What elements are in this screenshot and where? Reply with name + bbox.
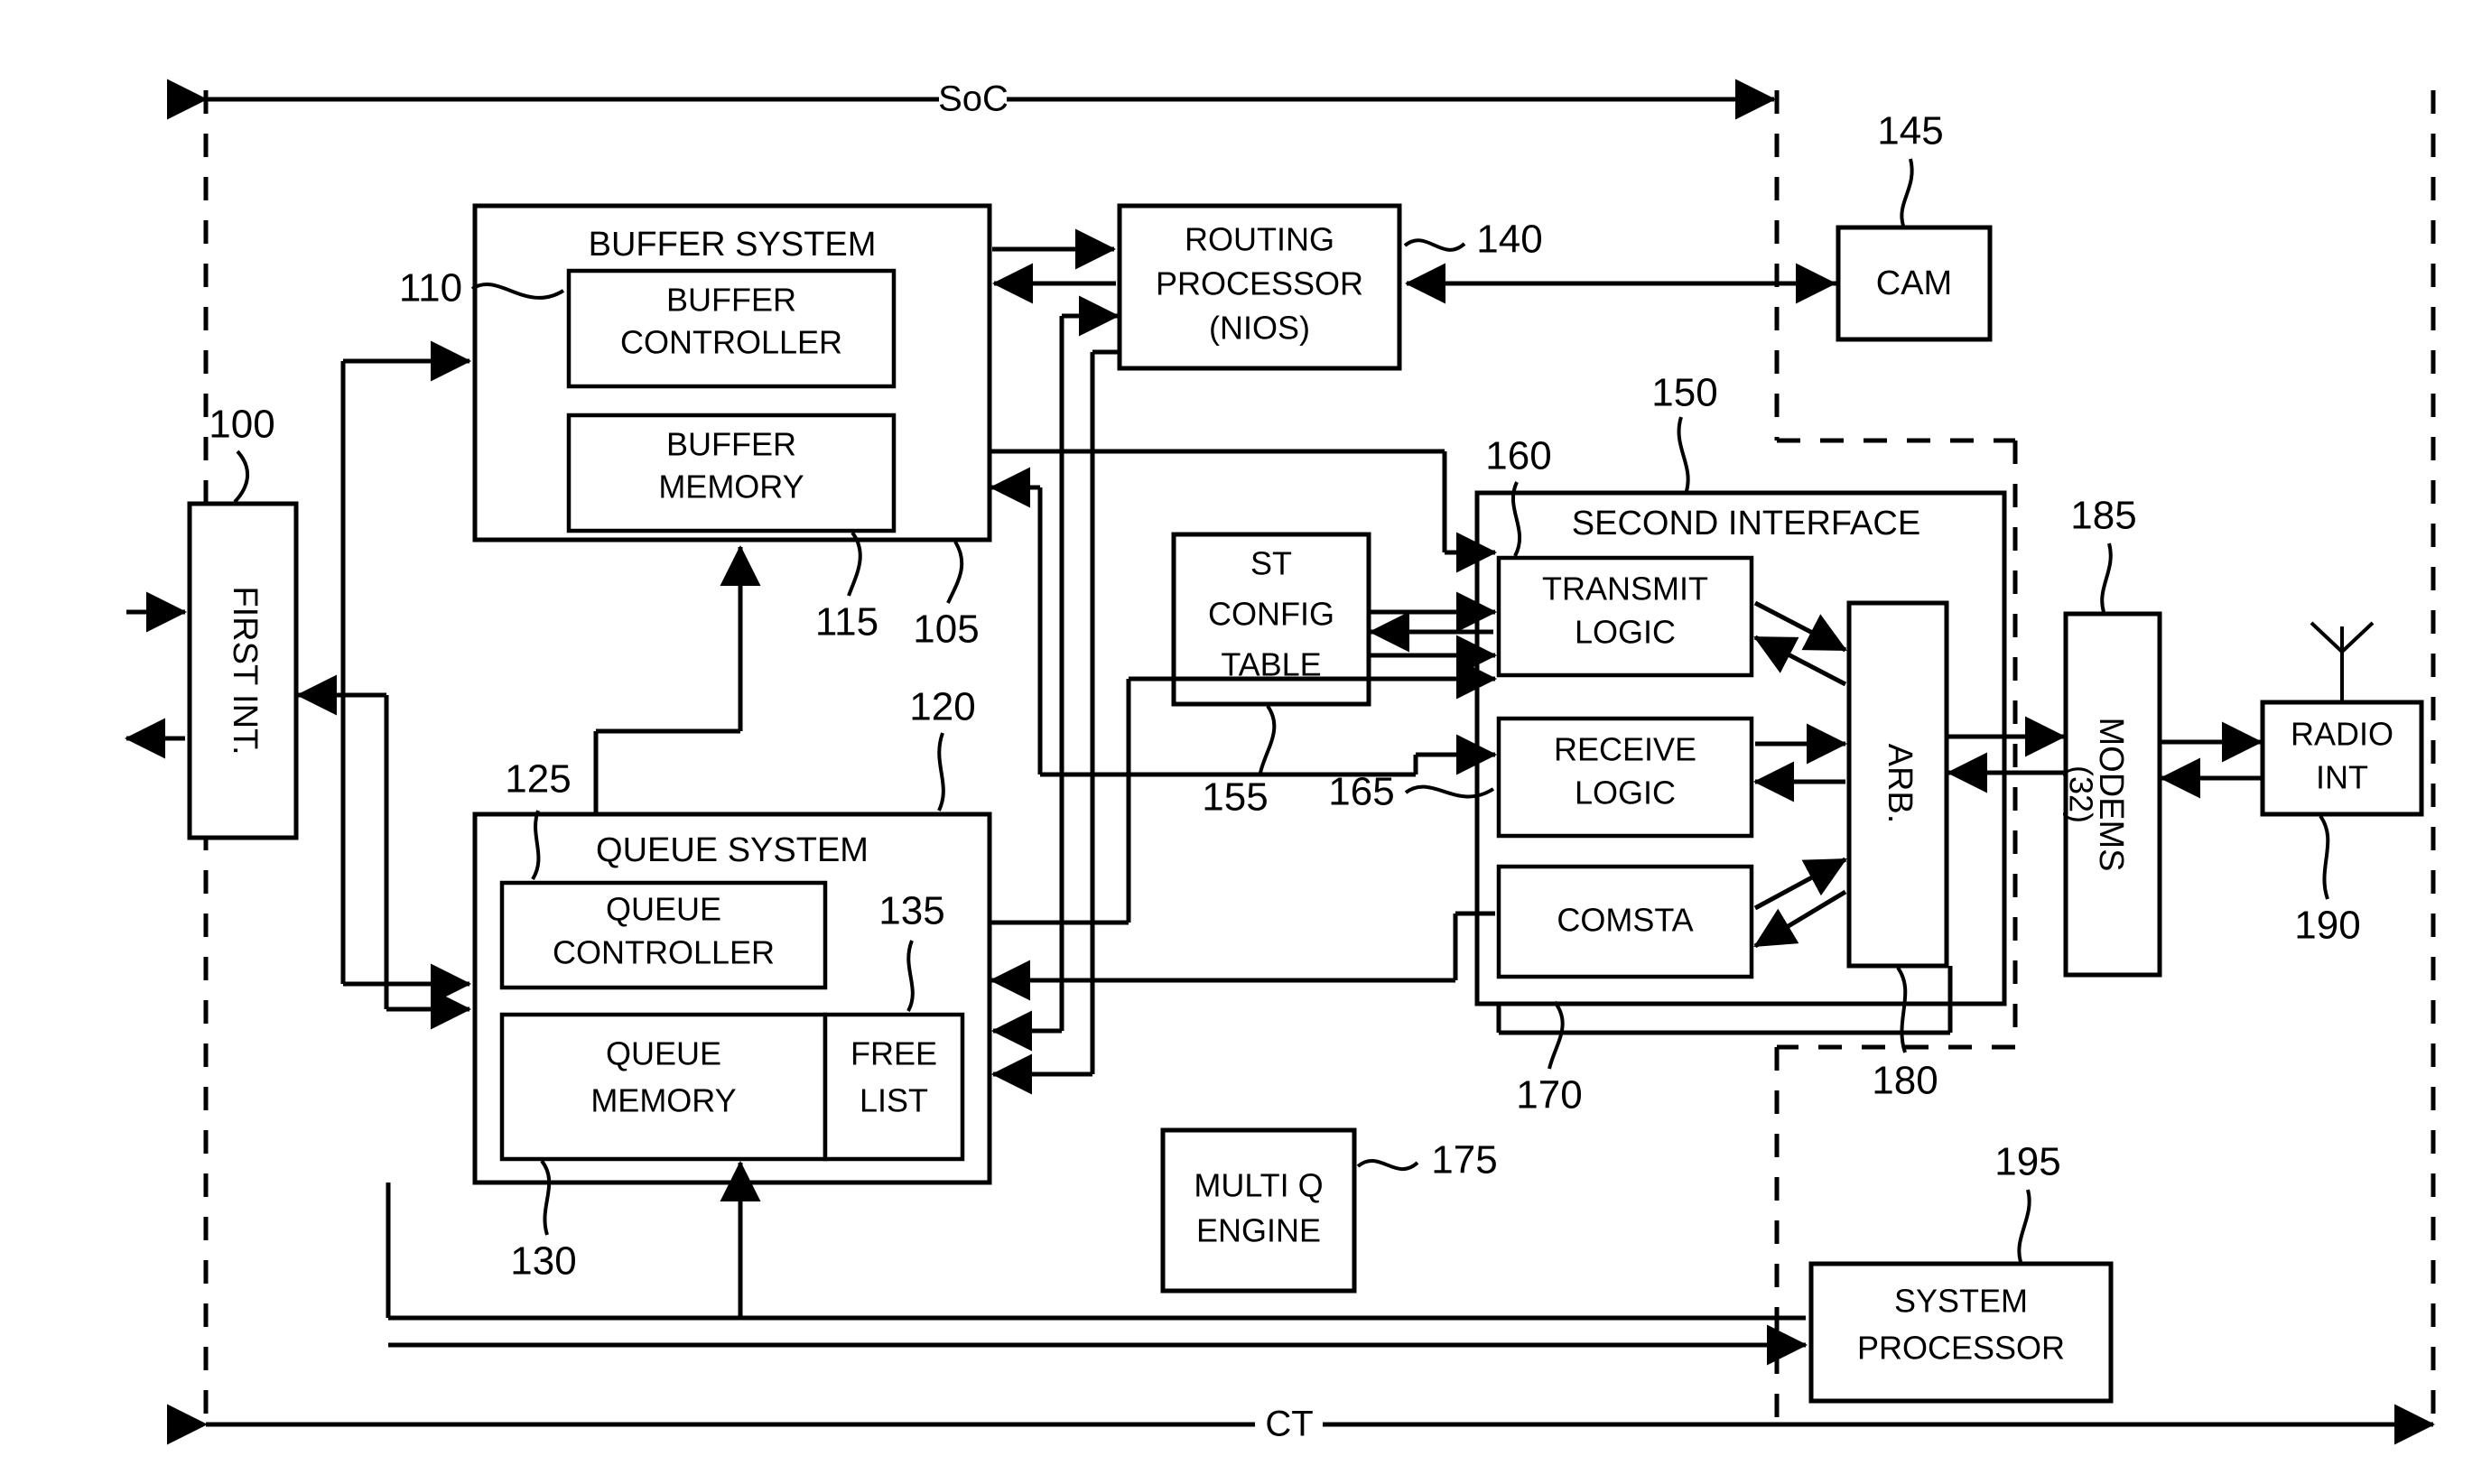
- ct-span-label: CT: [1265, 1405, 1313, 1444]
- buffer-system-label: BUFFER SYSTEM: [589, 226, 877, 264]
- diagram-canvas: SoC CT FIRST INT. 100 BUFFER SYSTEM 105 …: [125, 79, 2436, 1445]
- second-interface-label: SECOND INTERFACE: [1572, 505, 1920, 543]
- arbiter-label: ARB.: [1881, 744, 1919, 824]
- buffer-memory-label-line2: MEMORY: [658, 468, 804, 505]
- receive-logic-label-line1: RECEIVE: [1554, 731, 1696, 768]
- queue-memory-label-line2: MEMORY: [590, 1082, 736, 1119]
- ref-160-text: 160: [1485, 434, 1551, 478]
- free-list-label-line2: LIST: [860, 1082, 928, 1119]
- ref-120: 120: [909, 685, 976, 812]
- ref-170-text: 170: [1516, 1073, 1582, 1118]
- ref-105: 105: [913, 540, 980, 652]
- ref-155: 155: [1202, 704, 1277, 820]
- ref-115-text: 115: [815, 600, 878, 645]
- ref-180-text: 180: [1872, 1059, 1938, 1103]
- block-system-processor[interactable]: SYSTEM PROCESSOR: [1808, 1261, 2114, 1404]
- ref-130-text: 130: [510, 1239, 576, 1284]
- ref-195: 195: [1994, 1140, 2061, 1263]
- block-queue-memory[interactable]: QUEUE MEMORY: [499, 1012, 828, 1162]
- st-config-table-label-line2: CONFIG: [1208, 596, 1334, 633]
- ref-175-text: 175: [1431, 1138, 1497, 1183]
- buffer-controller-label-line1: BUFFER: [666, 282, 796, 319]
- ref-145: 145: [1877, 109, 1944, 227]
- block-buffer-controller[interactable]: BUFFER CONTROLLER: [566, 268, 897, 389]
- ref-150-text: 150: [1651, 371, 1717, 415]
- wire-firstint-to-buffersystem: [340, 340, 471, 1005]
- soc-span: SoC: [166, 79, 1776, 120]
- ref-100: 100: [209, 403, 275, 504]
- block-comsta[interactable]: COMSTA: [1496, 864, 1754, 979]
- comsta-label: COMSTA: [1557, 902, 1693, 939]
- ref-155-text: 155: [1202, 775, 1268, 820]
- cam-label: CAM: [1876, 264, 1952, 302]
- queue-memory-label-line1: QUEUE: [606, 1035, 721, 1072]
- block-transmit-logic[interactable]: TRANSMIT LOGIC: [1496, 555, 1754, 678]
- buffer-controller-label-line2: CONTROLLER: [620, 324, 842, 361]
- ref-140-text: 140: [1476, 218, 1542, 262]
- ref-135-text: 135: [878, 889, 944, 933]
- antenna-icon: [2310, 621, 2375, 702]
- wire-bottom-bus-to-systemprocessor: [388, 1315, 1808, 1366]
- routing-processor-label-line3: (NIOS): [1209, 310, 1310, 347]
- transmit-logic-label-line2: LOGIC: [1575, 614, 1676, 651]
- transmit-logic-label-line1: TRANSMIT: [1542, 570, 1708, 608]
- block-first-interface[interactable]: FIRST INT.: [187, 501, 299, 840]
- queue-system-label: QUEUE SYSTEM: [596, 831, 869, 869]
- ref-170: 170: [1516, 1000, 1583, 1118]
- wire-rp-downlinks: [991, 295, 1120, 1095]
- patent-figure: SoC CT FIRST INT. 100 BUFFER SYSTEM 105 …: [0, 0, 2491, 1484]
- ref-195-text: 195: [1994, 1140, 2060, 1184]
- st-config-table-label-line1: ST: [1250, 545, 1292, 582]
- block-queue-controller[interactable]: QUEUE CONTROLLER: [499, 880, 828, 990]
- ref-175: 175: [1356, 1138, 1498, 1183]
- ref-185-text: 185: [2070, 494, 2136, 538]
- ref-120-text: 120: [909, 685, 975, 729]
- radio-interface-label-line1: RADIO: [2291, 716, 2393, 753]
- ref-190-text: 190: [2294, 904, 2360, 948]
- system-processor-label-line2: PROCESSOR: [1857, 1330, 2065, 1367]
- queue-controller-label-line2: CONTROLLER: [553, 934, 775, 971]
- modems-label-line2: (32): [2062, 765, 2099, 823]
- wire-buffer-to-firstint: [296, 674, 471, 1030]
- ref-140: 140: [1403, 218, 1543, 262]
- first-interface-label: FIRST INT.: [226, 586, 264, 755]
- receive-logic-label-line2: LOGIC: [1575, 774, 1676, 812]
- wire-queue-to-buffermemory: [593, 545, 761, 812]
- multi-q-engine-label-line2: ENGINE: [1196, 1212, 1321, 1249]
- free-list-label-line1: FREE: [850, 1035, 937, 1072]
- block-cam[interactable]: CAM: [1836, 225, 1993, 342]
- block-free-list[interactable]: FREE LIST: [823, 1012, 965, 1162]
- ct-span: CT: [166, 1404, 2435, 1445]
- ref-105-text: 105: [913, 608, 979, 652]
- ref-150: 150: [1651, 371, 1718, 492]
- block-routing-processor[interactable]: ROUTING PROCESSOR (NIOS): [1117, 203, 1402, 371]
- block-receive-logic[interactable]: RECEIVE LOGIC: [1496, 716, 1754, 839]
- block-arbiter[interactable]: ARB.: [1846, 600, 1949, 969]
- routing-processor-label-line1: ROUTING: [1185, 221, 1334, 258]
- queue-controller-label-line1: QUEUE: [606, 891, 721, 928]
- radio-interface-label-line2: INT: [2316, 759, 2368, 796]
- ref-115: 115: [815, 531, 878, 645]
- block-radio-interface[interactable]: RADIO INT: [2260, 700, 2424, 817]
- wire-queue-to-secondinterface: [990, 658, 1497, 1001]
- ref-190: 190: [2294, 814, 2361, 948]
- ref-110-text: 110: [399, 266, 462, 311]
- ref-100-text: 100: [209, 403, 274, 447]
- multi-q-engine-label-line1: MULTI Q: [1194, 1167, 1323, 1204]
- ref-145-text: 145: [1877, 109, 1943, 153]
- block-buffer-memory[interactable]: BUFFER MEMORY: [566, 413, 897, 533]
- block-modems[interactable]: MODEMS (32): [2062, 611, 2162, 978]
- block-multi-q-engine[interactable]: MULTI Q ENGINE: [1160, 1127, 1357, 1294]
- soc-span-label: SoC: [938, 79, 1008, 119]
- ref-125-text: 125: [505, 757, 571, 802]
- routing-processor-label-line2: PROCESSOR: [1156, 265, 1363, 302]
- ref-185: 185: [2070, 494, 2137, 613]
- system-processor-label-line1: SYSTEM: [1894, 1283, 2028, 1320]
- buffer-memory-label-line1: BUFFER: [666, 426, 796, 463]
